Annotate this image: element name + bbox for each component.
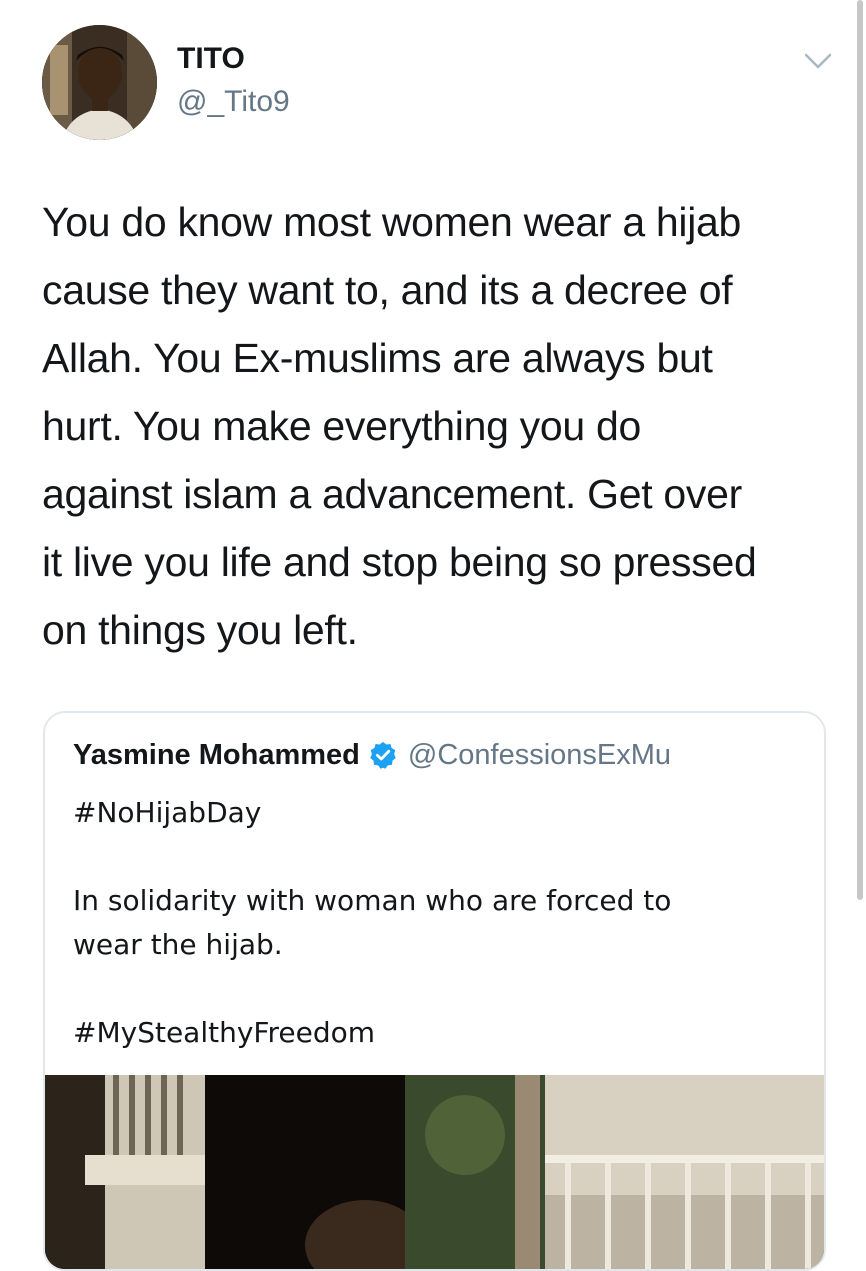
author-handle[interactable]: @_Tito9	[177, 85, 290, 119]
quoted-tweet-text: #NoHijabDay In solidarity with woman who…	[73, 791, 793, 1055]
video-thumbnail-icon	[45, 1075, 824, 1269]
tweet-text-line: Allah. You Ex-muslims are always but	[42, 335, 713, 381]
tweet-text-line: it live you life and stop being so press…	[42, 539, 757, 585]
tweet-text-line: You do know most women wear a hijab	[42, 199, 742, 245]
quoted-tweet-body-line: wear the hijab.	[73, 928, 283, 961]
scrollbar[interactable]	[857, 0, 863, 900]
verified-badge-icon	[370, 741, 396, 769]
chevron-down-icon[interactable]	[802, 48, 834, 74]
author-avatar[interactable]	[42, 25, 157, 140]
quoted-tweet-card[interactable]: Yasmine Mohammed @ConfessionsExMu #NoHij…	[43, 711, 826, 1271]
quoted-tweet-header: Yasmine Mohammed @ConfessionsExMu	[73, 735, 671, 775]
tweet-text: You do know most women wear a hijab caus…	[42, 188, 832, 664]
tweet-text-line: cause they want to, and its a decree of	[42, 267, 733, 313]
avatar-photo	[42, 25, 157, 140]
author-name[interactable]: TITO	[177, 42, 245, 76]
quoted-tweet-media[interactable]	[45, 1075, 824, 1269]
quoted-author-name: Yasmine Mohammed	[73, 738, 360, 771]
quoted-author-handle: @ConfessionsExMu	[407, 738, 672, 771]
tweet-text-line: against islam a advancement. Get over	[42, 471, 742, 517]
tweet-text-line: hurt. You make everything you do	[42, 403, 641, 449]
tweet: TITO @_Tito9 You do know most women wear…	[0, 0, 866, 1271]
tweet-text-line: on things you left.	[42, 607, 358, 653]
hashtag-link[interactable]: #MyStealthyFreedom	[73, 1011, 793, 1055]
hashtag-link[interactable]: #NoHijabDay	[73, 791, 793, 835]
quoted-tweet-body-line: In solidarity with woman who are forced …	[73, 884, 672, 917]
